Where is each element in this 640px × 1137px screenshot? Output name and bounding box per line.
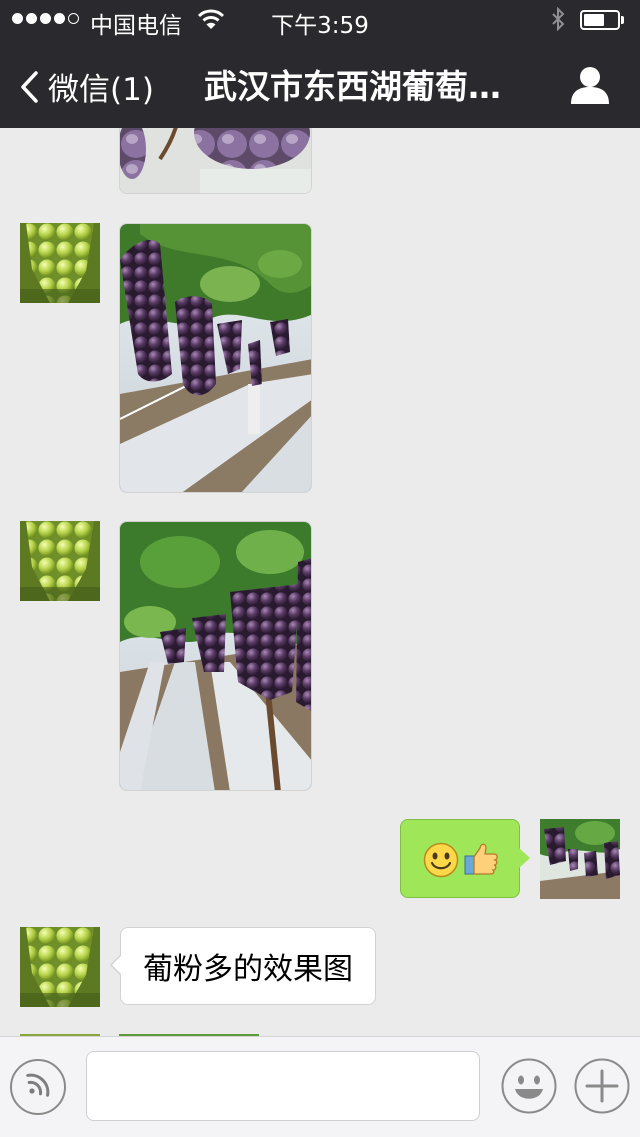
chat-title: 武汉市东西湖葡萄… — [204, 67, 501, 106]
message-text: 葡粉多的效果图 — [143, 952, 353, 987]
my-avatar[interactable] — [540, 819, 620, 899]
thumbs-up-emoji-icon — [464, 843, 498, 875]
green-grapes-avatar — [20, 927, 100, 1007]
smile-emoji-icon — [423, 842, 459, 878]
chat-message-list[interactable]: 葡粉多的效果图 — [0, 128, 640, 1036]
back-button[interactable]: 微信(1) — [20, 64, 154, 109]
green-grapes-avatar — [20, 223, 100, 303]
bluetooth-icon — [552, 7, 565, 31]
person-icon[interactable] — [570, 66, 610, 104]
navigation-bar: 微信(1) 武汉市东西湖葡萄… — [0, 40, 640, 128]
emoji-icon[interactable] — [501, 1058, 557, 1114]
incoming-text-message[interactable]: 葡粉多的效果图 — [110, 927, 376, 1005]
green-grapes-avatar — [20, 521, 100, 601]
incoming-image-message[interactable] — [119, 128, 312, 194]
incoming-image-message[interactable] — [119, 223, 312, 493]
sender-avatar[interactable] — [20, 223, 100, 303]
battery-icon — [580, 10, 626, 30]
sender-avatar[interactable] — [20, 521, 100, 601]
message-input[interactable] — [86, 1051, 480, 1121]
input-toolbar — [0, 1036, 640, 1137]
outgoing-emoji-message[interactable] — [400, 819, 530, 898]
status-bar: 中国电信 下午3:59 — [0, 0, 640, 40]
voice-button[interactable] — [10, 1059, 66, 1115]
chevron-left-icon — [21, 70, 38, 103]
status-time: 下午3:59 — [271, 13, 369, 39]
sender-avatar[interactable] — [20, 927, 100, 1007]
back-label: 微信(1) — [48, 72, 154, 108]
incoming-image-message[interactable] — [119, 521, 312, 791]
plus-icon[interactable] — [574, 1058, 630, 1114]
voice-icon — [26, 1073, 50, 1097]
top-bar: 中国电信 下午3:59 微信(1) 武汉市东西湖葡萄… — [0, 0, 640, 128]
vineyard-avatar — [540, 819, 620, 899]
vineyard-grapes-photo — [120, 224, 311, 492]
vineyard-grapes-photo — [120, 522, 311, 790]
grape-cluster-photo — [120, 128, 311, 193]
